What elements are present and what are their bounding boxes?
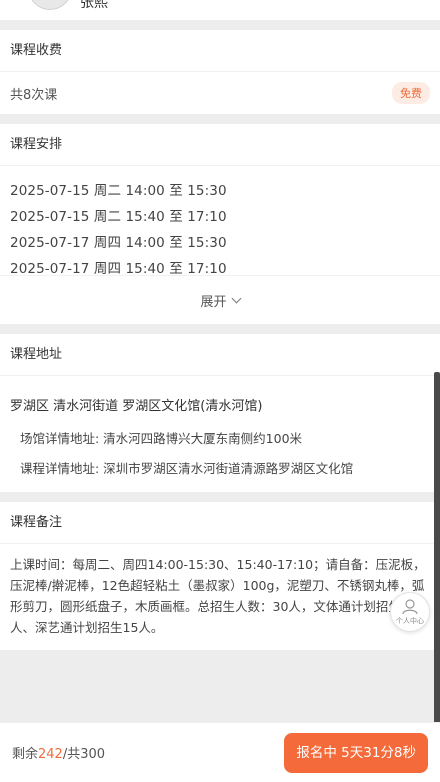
scrollbar[interactable] xyxy=(434,372,440,782)
teacher-header: 张熙 xyxy=(0,0,440,20)
lesson-count: 共8次课 xyxy=(10,87,58,103)
fee-title: 课程收费 xyxy=(0,30,440,72)
notes-card: 课程备注 上课时间：每周二、周四14:00-15:30、15:40-17:10；… xyxy=(0,502,440,650)
schedule-item: 2025-07-17 周四 14:00 至 15:30 xyxy=(10,235,227,251)
teacher-name: 张熙 xyxy=(80,0,108,11)
remain-count: 242 xyxy=(38,747,63,762)
remain-prefix: 剩余 xyxy=(12,747,39,762)
address-main: 罗湖区 清水河街道 罗湖区文化馆(清水河馆) xyxy=(10,399,263,414)
address-title: 课程地址 xyxy=(0,334,440,376)
expand-button[interactable]: 展开 xyxy=(0,276,440,324)
schedule-list: 2025-07-15 周二 14:00 至 15:30 2025-07-15 周… xyxy=(0,166,440,276)
personal-center-button[interactable]: 个人中心 xyxy=(390,592,430,632)
fee-row: 共8次课 免费 xyxy=(0,72,440,114)
remaining-seats: 剩余242/共300 xyxy=(12,743,105,762)
fee-card: 课程收费 共8次课 免费 xyxy=(0,30,440,114)
schedule-card: 课程安排 2025-07-15 周二 14:00 至 15:30 2025-07… xyxy=(0,124,440,324)
venue-address: 场馆详情地址: 清水河四路博兴大厦东南侧约100米 xyxy=(20,431,303,446)
personal-center-label: 个人中心 xyxy=(396,616,424,625)
person-icon xyxy=(402,598,418,614)
notes-text: 上课时间：每周二、周四14:00-15:30、15:40-17:10；请自备：压… xyxy=(10,557,426,635)
remain-total: /共300 xyxy=(62,747,106,762)
avatar xyxy=(28,0,72,10)
schedule-title: 课程安排 xyxy=(0,124,440,166)
schedule-item: 2025-07-17 周四 15:40 至 17:10 xyxy=(10,261,227,276)
notes-title: 课程备注 xyxy=(0,502,440,544)
free-badge: 免费 xyxy=(392,82,430,104)
schedule-item: 2025-07-15 周二 15:40 至 17:10 xyxy=(10,209,227,225)
bottom-bar: 剩余242/共300 报名中 5天31分8秒 xyxy=(0,722,440,782)
signup-button[interactable]: 报名中 5天31分8秒 xyxy=(284,732,428,773)
chevron-down-icon xyxy=(231,293,241,303)
expand-label: 展开 xyxy=(200,294,227,310)
address-card: 课程地址 罗湖区 清水河街道 罗湖区文化馆(清水河馆) 场馆详情地址: 清水河四… xyxy=(0,334,440,492)
schedule-item: 2025-07-15 周二 14:00 至 15:30 xyxy=(10,183,227,199)
course-address: 课程详情地址: 深圳市罗湖区清水河街道清源路罗湖区文化馆 xyxy=(20,461,354,476)
